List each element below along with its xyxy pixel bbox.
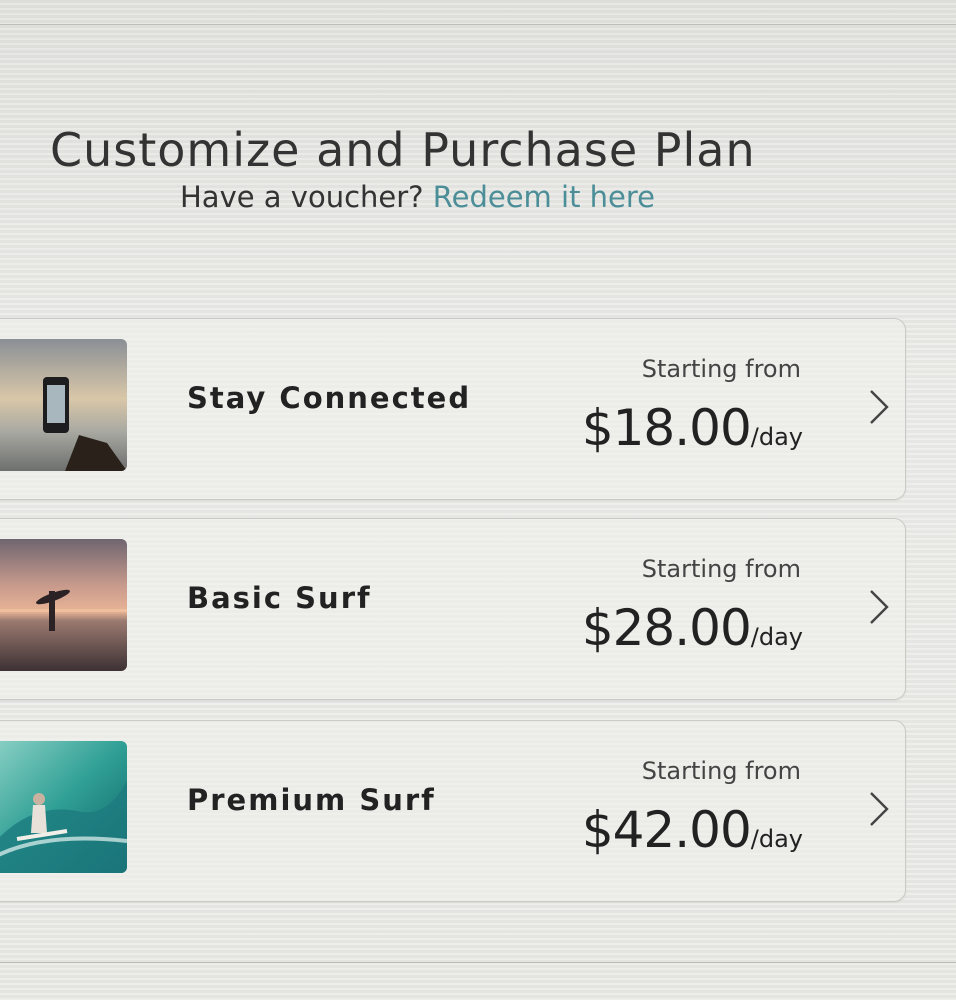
plan-card-basic-surf[interactable]: Basic Surf Starting from $28.00/day [0,518,906,700]
page-title: Customize and Purchase Plan [50,122,756,177]
top-divider [0,24,956,25]
surfer-sunset-image [0,539,127,671]
price-amount: $28.00 [581,599,752,657]
redeem-voucher-link[interactable]: Redeem it here [433,180,655,214]
plan-price: $28.00/day [582,599,803,657]
price-unit: /day [750,825,803,853]
chevron-right-icon[interactable] [867,789,893,829]
price-unit: /day [750,423,803,451]
chevron-right-icon[interactable] [867,587,893,627]
bottom-divider [0,962,956,963]
plan-price: $18.00/day [582,399,803,457]
plan-card-premium-surf[interactable]: Premium Surf Starting from $42.00/day [0,720,906,902]
chevron-right-icon[interactable] [867,387,893,427]
voucher-line: Have a voucher? Redeem it here [180,180,655,214]
voucher-prompt: Have a voucher? [180,180,424,214]
plan-name: Basic Surf [187,581,372,615]
price-amount: $42.00 [581,801,752,859]
plan-price: $42.00/day [582,801,803,859]
starting-from-label: Starting from [641,555,801,583]
plan-name: Stay Connected [187,381,472,415]
phone-sunset-image [0,339,127,471]
plan-name: Premium Surf [187,783,436,817]
starting-from-label: Starting from [641,757,801,785]
plan-card-stay-connected[interactable]: Stay Connected Starting from $18.00/day [0,318,906,500]
wave-surfer-image [0,741,127,873]
starting-from-label: Starting from [641,355,801,383]
price-amount: $18.00 [581,399,752,457]
price-unit: /day [750,623,803,651]
